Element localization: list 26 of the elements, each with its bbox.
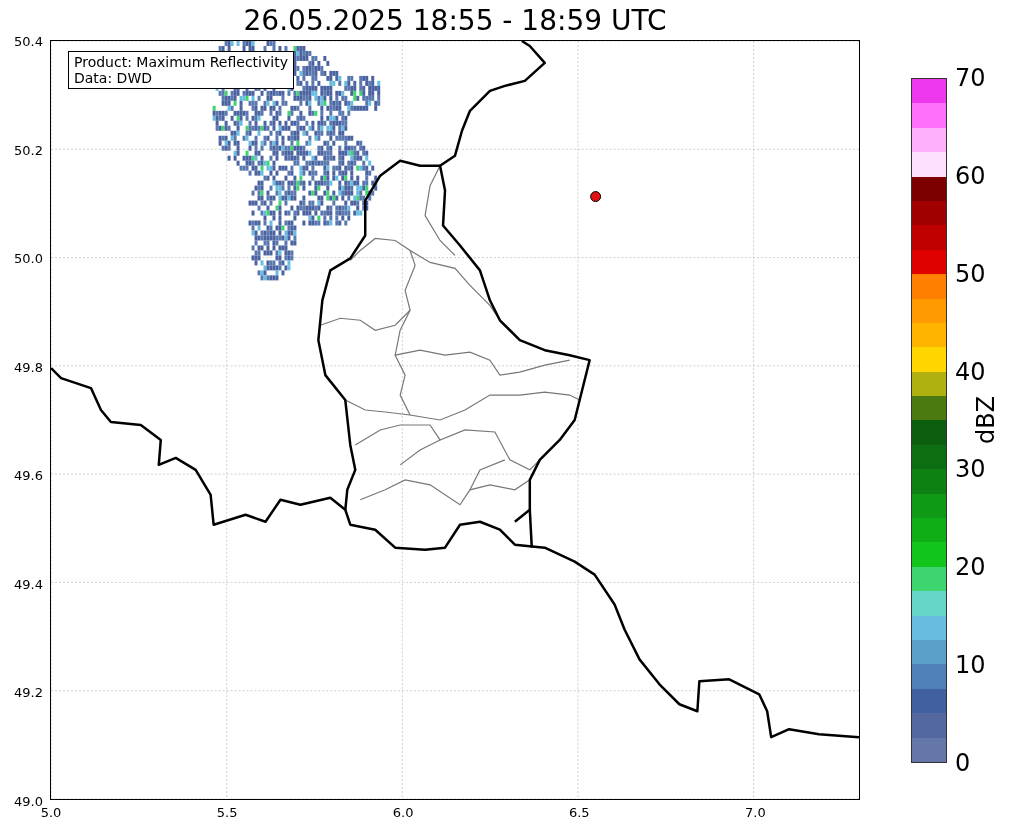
latitude-tick-label: 49.2 bbox=[14, 684, 43, 700]
colorbar-tick-label: 70 bbox=[955, 64, 986, 92]
colorbar-tick-label: 10 bbox=[955, 651, 986, 680]
colorbar-tick-label: 50 bbox=[955, 259, 986, 288]
legend-text: Product: Maximum Reflectivity bbox=[74, 54, 288, 70]
colorbar-tick-label: 40 bbox=[955, 357, 986, 386]
latitude-tick-label: 50.4 bbox=[14, 33, 43, 49]
longitude-tick-label: 5.0 bbox=[40, 805, 62, 820]
colorbar-tick-label: 30 bbox=[955, 455, 986, 484]
latitude-tick-label: 49.6 bbox=[14, 467, 43, 483]
longitude-tick-label: 6.5 bbox=[568, 805, 590, 820]
colorbar-tick-label: 60 bbox=[955, 161, 986, 190]
chart-title: 26.05.2025 18:55 - 18:59 UTC bbox=[242, 2, 668, 39]
colorbar-axis-label: dBZ bbox=[972, 395, 1000, 445]
latitude-tick-label: 49.4 bbox=[14, 576, 43, 592]
legend-text: Data: DWD bbox=[74, 70, 153, 86]
longitude-tick-label: 5.5 bbox=[216, 805, 238, 820]
latitude-tick-label: 49.0 bbox=[14, 793, 43, 809]
location-marker bbox=[590, 191, 602, 203]
longitude-tick-label: 6.0 bbox=[392, 805, 414, 820]
colorbar-tick-label: 20 bbox=[955, 553, 986, 582]
latitude-tick-label: 49.8 bbox=[14, 359, 43, 375]
latitude-tick-label: 50.2 bbox=[14, 142, 43, 158]
colorbar-tick-label: 0 bbox=[955, 749, 971, 777]
latitude-tick-label: 50.0 bbox=[14, 250, 43, 266]
longitude-tick-label: 7.0 bbox=[745, 805, 766, 820]
